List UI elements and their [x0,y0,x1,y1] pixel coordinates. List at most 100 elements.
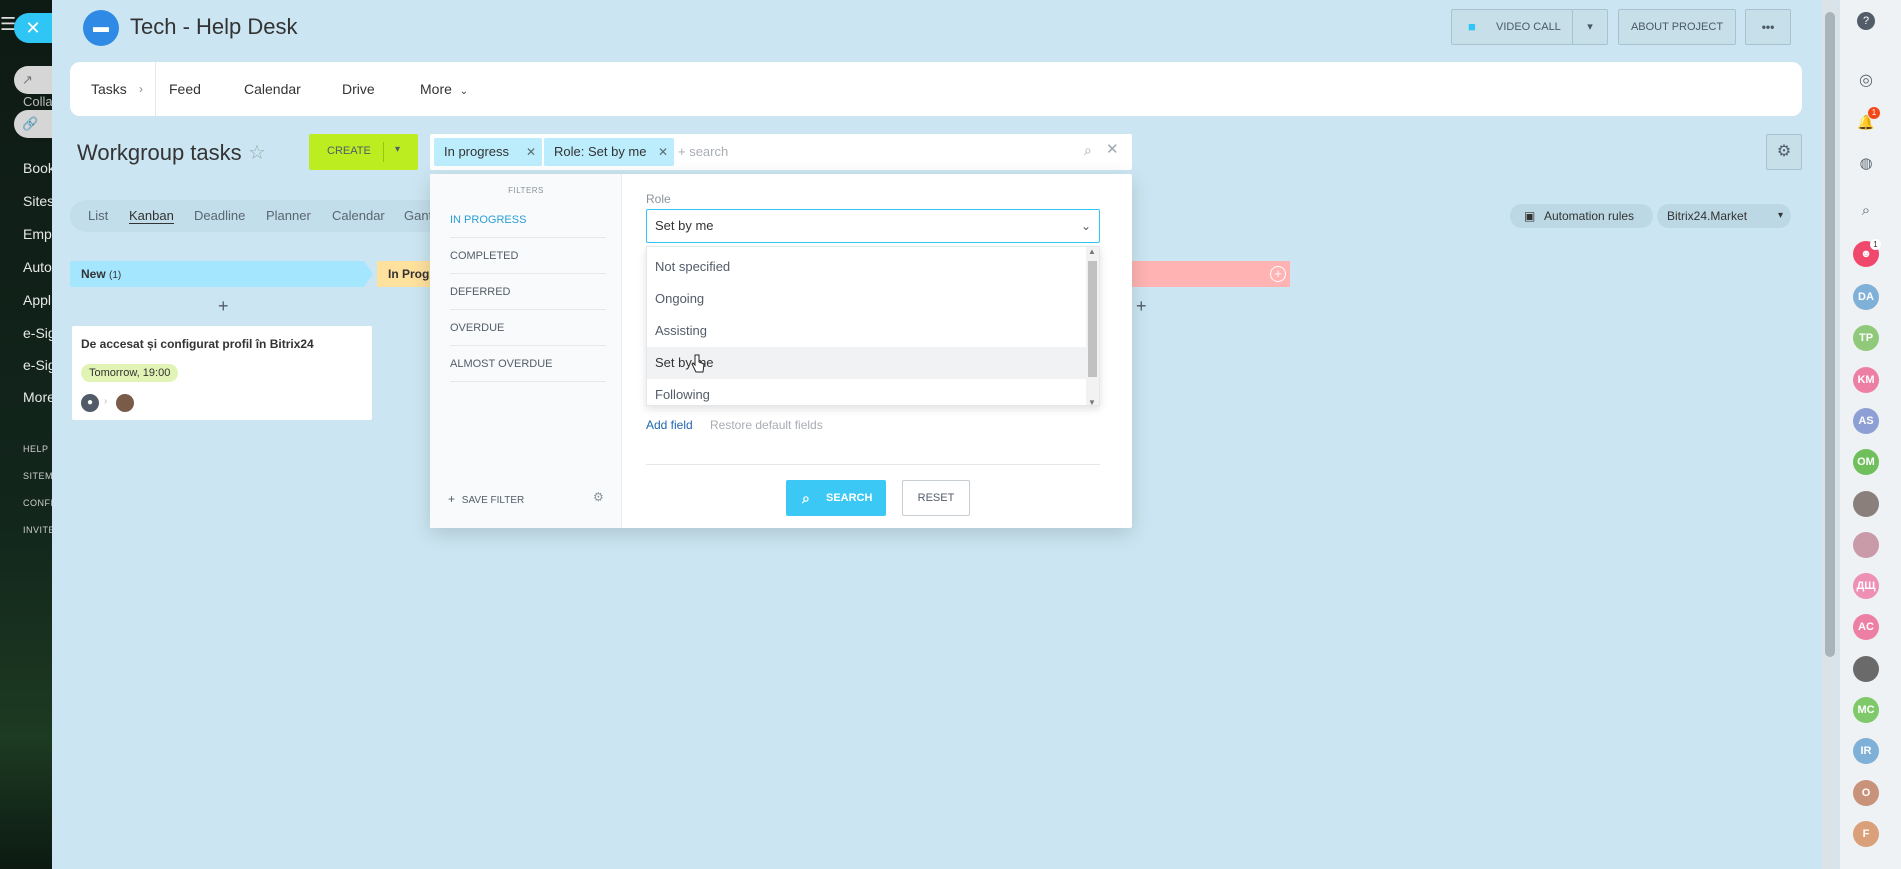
sidebar-item-esig-1[interactable]: e-Sig [23,325,52,341]
nav-drive[interactable]: Drive [342,81,375,97]
automation-rules-button[interactable]: ▣ Automation rules [1510,204,1653,228]
tab-planner[interactable]: Planner [266,208,311,223]
sidebar-item-employees[interactable]: Empl [23,226,52,242]
role-option-assisting[interactable]: Assisting [647,315,1087,347]
gear-icon[interactable]: ⚙ [593,490,604,504]
star-icon[interactable]: ☆ [248,140,266,165]
sidebar-link-sitemap[interactable]: SITEMA [23,471,52,481]
add-field-link[interactable]: Add field [646,418,693,432]
filter-search-box[interactable]: In progress ✕ Role: Set by me ✕ + search… [430,134,1132,170]
nav-tasks[interactable]: Tasks [91,81,127,97]
nav-more[interactable]: More ⌄ [420,81,468,97]
tab-gantt[interactable]: Gant [404,208,432,223]
scroll-down-icon[interactable]: ▼ [1088,398,1096,405]
role-option-ongoing[interactable]: Ongoing [647,283,1087,315]
nav-calendar[interactable]: Calendar [244,81,301,97]
copy-link-icon[interactable]: 🔗 [14,110,52,138]
video-call-button[interactable]: ■ VIDEO CALL [1451,9,1573,45]
sidebar-item-collab[interactable]: Colla [23,94,52,109]
create-button[interactable]: CREATE ▾ [309,134,418,170]
camera-icon: ■ [1468,19,1476,34]
preset-overdue[interactable]: OVERDUE [450,310,606,346]
scrollbar-thumb[interactable] [1825,12,1835,657]
filter-chip-in-progress[interactable]: In progress ✕ [434,138,542,166]
more-dots-button[interactable]: ••• [1745,9,1791,45]
sidebar-item-book[interactable]: Book [23,160,52,176]
user-avatar[interactable]: ДЩ [1853,573,1879,600]
reset-button[interactable]: RESET [902,480,970,516]
preset-deferred[interactable]: DEFERRED [450,274,606,310]
sidebar-item-sites[interactable]: Sites [23,193,52,209]
user-avatar[interactable]: F [1853,820,1879,847]
role-select[interactable]: Set by me ⌄ [646,209,1100,243]
task-deadline-badge[interactable]: Tomorrow, 19:00 [81,364,179,382]
tab-list[interactable]: List [88,208,108,223]
add-column-icon[interactable]: + [1270,266,1286,282]
role-option-following[interactable]: Following [647,379,1087,405]
add-task-icon[interactable]: + [218,296,229,317]
market-button[interactable]: Bitrix24.Market ▾ [1657,204,1791,228]
create-dropdown-icon[interactable]: ▾ [395,144,400,155]
help-icon[interactable]: ? [1857,12,1875,30]
sidebar-item-esig-2[interactable]: e-Sig [23,357,52,373]
user-avatar[interactable]: O [1853,779,1879,806]
save-filter-button[interactable]: + SAVE FILTER [448,492,524,506]
search-input[interactable]: + search [678,144,728,159]
user-avatar[interactable]: OM [1853,449,1879,476]
restore-default-fields-link[interactable]: Restore default fields [710,418,823,432]
preset-almost-overdue[interactable]: ALMOST OVERDUE [450,346,606,382]
kanban-column-new[interactable]: New (1) [70,261,373,287]
task-card[interactable]: De accesat și configurat profil în Bitri… [72,326,372,420]
video-call-label: VIDEO CALL [1496,21,1561,33]
tab-calendar[interactable]: Calendar [332,208,385,223]
user-avatar[interactable]: AS [1853,407,1879,434]
chat-icon[interactable]: ◍ [1855,153,1877,175]
search-icon[interactable]: ⌕ [1084,142,1092,159]
sidebar-link-configure[interactable]: CONFI [23,498,52,508]
page-scrollbar[interactable] [1822,0,1838,869]
add-task-icon[interactable]: + [1136,296,1147,317]
responsible-avatar[interactable] [116,394,134,412]
user-avatar[interactable] [1853,490,1879,517]
dropdown-scrollbar[interactable]: ▲ ▼ [1086,247,1099,405]
sidebar-item-applications[interactable]: Appl [23,292,51,308]
clear-search-icon[interactable]: ✕ [1106,140,1119,158]
nav-feed[interactable]: Feed [169,81,201,97]
sidebar-link-invite[interactable]: INVITE [23,525,52,535]
open-in-window-icon[interactable]: ↗ [14,66,52,94]
tab-deadline[interactable]: Deadline [194,208,245,223]
remove-chip-icon[interactable]: ✕ [526,138,536,166]
preset-in-progress[interactable]: IN PROGRESS [450,202,606,238]
user-avatar-icon[interactable]: ● [81,394,99,412]
role-option-set-by-me[interactable]: Set by me [647,347,1087,379]
user-avatar[interactable] [1853,655,1879,682]
scrollbar-thumb[interactable] [1088,261,1097,377]
close-slider-button[interactable]: ✕ [14,13,52,43]
user-avatar[interactable]: MC [1853,697,1879,723]
automation-label: Automation rules [1544,209,1635,223]
sidebar-item-automation[interactable]: Auto [23,259,52,275]
filter-chip-role[interactable]: Role: Set by me ✕ [544,138,674,166]
user-avatar[interactable]: DA [1853,284,1879,310]
video-call-dropdown-button[interactable]: ▾ [1572,9,1608,45]
caret-down-icon[interactable]: ▾ [1778,204,1783,228]
market-label: Bitrix24.Market [1667,209,1748,223]
search-button[interactable]: ⌕ SEARCH [786,480,886,516]
task-title[interactable]: De accesat și configurat profil în Bitri… [81,337,314,351]
user-avatar[interactable]: KM [1853,366,1879,393]
scroll-up-icon[interactable]: ▲ [1088,247,1096,256]
preset-completed[interactable]: COMPLETED [450,238,606,274]
about-project-button[interactable]: ABOUT PROJECT [1618,9,1736,45]
user-avatar[interactable] [1853,531,1879,558]
chevron-right-icon: › [139,82,143,96]
kanban-column-in-progress[interactable]: In Progr [377,261,437,287]
role-option-not-specified[interactable]: Not specified [647,251,1087,283]
copilot-icon[interactable]: ◎ [1855,70,1877,92]
remove-chip-icon[interactable]: ✕ [658,138,668,166]
search-icon[interactable]: ⌕ [1855,200,1877,222]
sidebar-item-more[interactable]: More [23,389,52,405]
tab-kanban[interactable]: Kanban [129,208,174,224]
hand-cursor-icon [691,354,705,373]
sidebar-link-help[interactable]: HELP [23,444,49,454]
settings-gear-button[interactable]: ⚙ [1766,134,1802,170]
